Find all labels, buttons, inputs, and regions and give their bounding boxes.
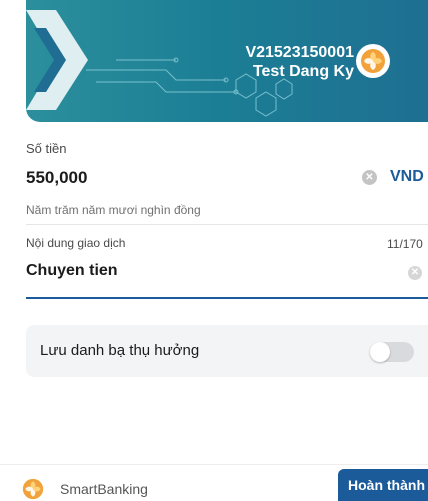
amount-in-words: Năm trăm năm mươi nghìn đồng: [26, 203, 201, 217]
clear-amount-icon[interactable]: ✕: [362, 170, 377, 185]
content-label: Nội dung giao dịch: [26, 236, 126, 250]
save-beneficiary-row: Lưu danh bạ thụ hưởng: [26, 325, 428, 377]
clear-content-icon[interactable]: ✕: [408, 266, 422, 280]
toggle-knob: [370, 342, 390, 362]
char-counter: 11/170: [387, 237, 423, 251]
brand-name: SmartBanking: [60, 481, 148, 497]
account-number: V21523150001: [245, 44, 354, 61]
account-name: Test Dang Ky: [252, 63, 354, 80]
save-beneficiary-toggle[interactable]: [370, 342, 414, 362]
account-info: V21523150001 Test Dang Ky: [245, 43, 354, 81]
footer-divider: [0, 464, 428, 465]
transfer-content-input[interactable]: Chuyen tien: [26, 262, 118, 280]
amount-input[interactable]: 550,000: [26, 168, 87, 188]
currency-selector[interactable]: VND: [390, 168, 424, 186]
bank-logo-icon: [356, 44, 390, 78]
done-button[interactable]: Hoàn thành: [338, 469, 428, 501]
divider: [26, 224, 428, 225]
input-underline: [26, 297, 428, 299]
save-beneficiary-label: Lưu danh bạ thụ hưởng: [40, 342, 200, 359]
smartbanking-logo-icon: [22, 478, 44, 500]
account-card: V21523150001 Test Dang Ky: [26, 0, 428, 122]
amount-label: Số tiền: [26, 141, 67, 156]
